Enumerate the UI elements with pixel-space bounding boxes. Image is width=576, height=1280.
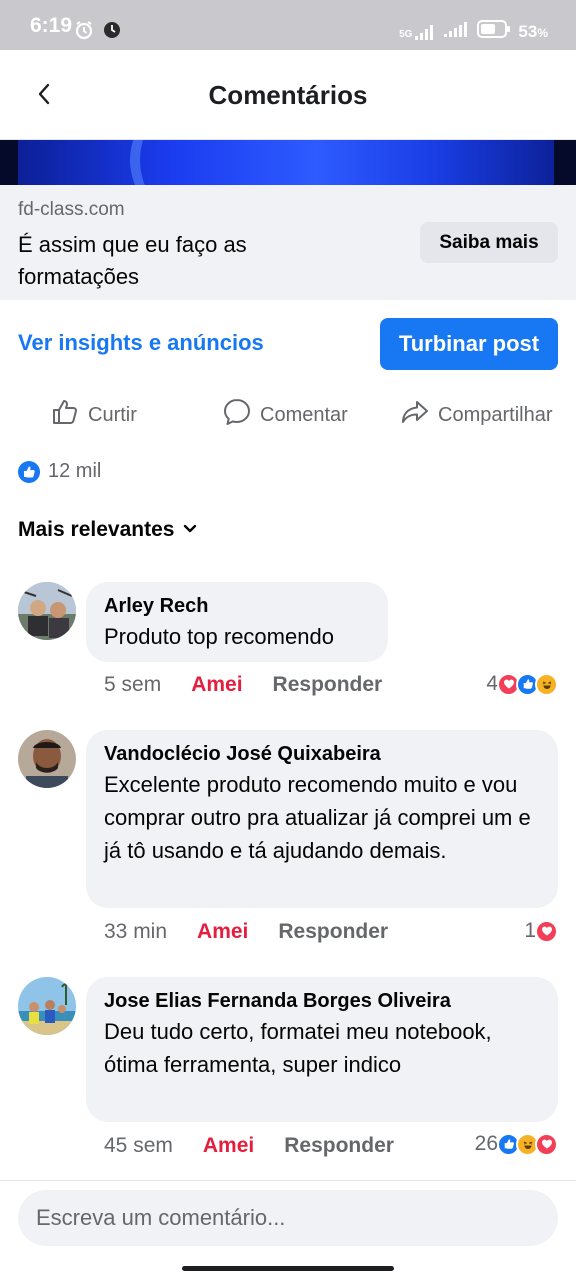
comment-reactions[interactable]: 1 — [524, 919, 558, 943]
boost-post-button[interactable]: Turbinar post — [380, 318, 558, 370]
status-right-icons: 5G 53% — [399, 20, 548, 43]
reactions-count: 12 mil — [48, 460, 102, 482]
comment-item: Vandoclécio José Quixabeira Excelente pr… — [0, 728, 576, 958]
comment-input[interactable] — [36, 1190, 536, 1246]
battery-unit: % — [537, 25, 548, 40]
like-button[interactable]: Curtir — [50, 395, 137, 435]
comment-bubble[interactable]: Vandoclécio José Quixabeira Excelente pr… — [86, 730, 558, 908]
comment-bubble[interactable]: Jose Elias Fernanda Borges Oliveira Deu … — [86, 977, 558, 1122]
comment-bubble[interactable]: Arley Rech Produto top recomendo — [86, 582, 388, 662]
battery-icon — [477, 20, 511, 43]
comment-text: Produto top recomendo — [104, 624, 334, 649]
reactions-summary[interactable]: 12 mil — [18, 460, 101, 483]
post-image-graphic — [130, 140, 450, 185]
love-react-button[interactable]: Amei — [197, 920, 248, 944]
status-time: 6:19 — [30, 14, 73, 37]
comment-time: 45 sem — [104, 1134, 173, 1157]
comment-author[interactable]: Vandoclécio José Quixabeira — [104, 742, 540, 766]
thumbs-up-icon — [50, 397, 80, 433]
avatar[interactable] — [18, 730, 76, 788]
post-image[interactable] — [0, 140, 576, 185]
battery-level: 53% — [518, 22, 548, 42]
comment-text: Deu tudo certo, formatei meu notebook, ó… — [104, 1019, 492, 1077]
reply-button[interactable]: Responder — [284, 1134, 394, 1158]
comment-composer[interactable] — [18, 1190, 558, 1246]
network-5g-signal-icon: 5G — [399, 24, 437, 40]
link-title: É assim que eu faço as formatações — [18, 232, 247, 289]
comment-author[interactable]: Arley Rech — [104, 594, 370, 618]
reaction-count: 26 — [474, 1132, 498, 1155]
comment-time: 33 min — [104, 920, 168, 943]
share-button[interactable]: Compartilhar — [400, 395, 552, 435]
sort-label: Mais relevantes — [18, 518, 175, 541]
comment-label: Comentar — [260, 403, 348, 426]
home-indicator[interactable] — [182, 1266, 394, 1271]
record-icon — [102, 20, 122, 45]
love-react-button[interactable]: Amei — [191, 673, 242, 697]
status-bar: 6:19 5G 53% — [0, 0, 576, 50]
love-reaction-icon — [535, 919, 558, 943]
learn-more-button[interactable]: Saiba mais — [420, 222, 558, 263]
comment-meta: 33 min Amei Responder — [104, 920, 388, 944]
comment-time: 5 sem — [104, 673, 162, 696]
alarm-icon — [74, 20, 94, 45]
chevron-down-icon — [182, 518, 198, 542]
page-title: Comentários — [208, 80, 368, 110]
like-label: Curtir — [88, 403, 137, 426]
comment-meta: 45 sem Amei Responder — [104, 1134, 394, 1158]
signal-icon — [444, 21, 470, 42]
love-reaction-icon — [535, 1132, 558, 1156]
comment-button[interactable]: Comentar — [222, 395, 348, 435]
divider — [0, 1180, 576, 1181]
avatar[interactable] — [18, 977, 76, 1035]
haha-reaction-icon — [535, 672, 558, 696]
post-image-edge — [554, 140, 576, 185]
like-reaction-icon — [18, 460, 40, 483]
share-arrow-icon — [400, 397, 430, 433]
comment-item: Arley Rech Produto top recomendo 5 sem A… — [0, 580, 576, 705]
battery-percent: 53 — [518, 21, 538, 41]
status-left-icons — [74, 20, 122, 45]
insights-ads-link[interactable]: Ver insights e anúncios — [18, 330, 264, 356]
post-action-bar: Curtir Comentar Compartilhar — [0, 395, 576, 435]
avatar[interactable] — [18, 582, 76, 640]
reply-button[interactable]: Responder — [273, 673, 383, 697]
speech-bubble-icon — [222, 397, 252, 433]
link-preview-card[interactable]: fd-class.com É assim que eu faço as form… — [0, 185, 576, 300]
comment-meta: 5 sem Amei Responder — [104, 673, 382, 697]
comment-text: Excelente produto recomendo muito e vou … — [104, 772, 531, 863]
reply-button[interactable]: Responder — [278, 920, 388, 944]
header: Comentários — [0, 50, 576, 140]
comment-reactions[interactable]: 26 — [475, 1132, 558, 1156]
network-label: 5G — [399, 28, 413, 40]
sort-dropdown[interactable]: Mais relevantes — [18, 518, 198, 542]
comment-reactions[interactable]: 4 — [486, 672, 558, 696]
post-image-edge — [0, 140, 18, 185]
comment-author[interactable]: Jose Elias Fernanda Borges Oliveira — [104, 989, 540, 1013]
share-label: Compartilhar — [438, 403, 553, 426]
link-domain: fd-class.com — [18, 199, 125, 220]
comment-item: Jose Elias Fernanda Borges Oliveira Deu … — [0, 975, 576, 1170]
love-react-button[interactable]: Amei — [203, 1134, 254, 1158]
